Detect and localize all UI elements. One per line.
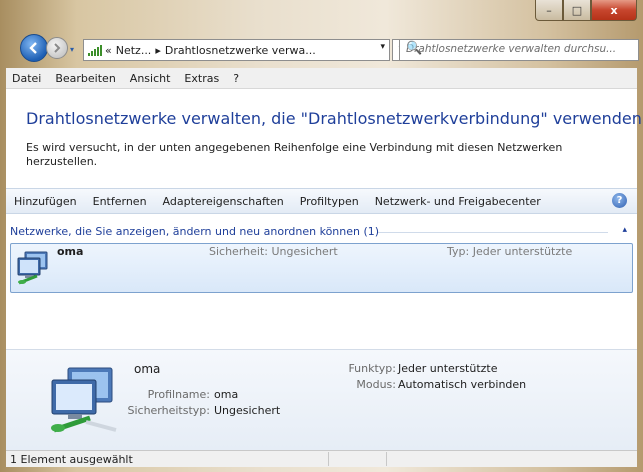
maximize-button[interactable]: □: [563, 0, 591, 21]
status-divider: [386, 452, 387, 466]
help-icon[interactable]: ?: [612, 193, 627, 208]
group-label: Netzwerke, die Sie anzeigen, ändern und …: [10, 225, 380, 238]
network-signal-icon: [88, 44, 102, 56]
network-name: oma: [57, 245, 84, 258]
menu-help[interactable]: ?: [227, 72, 247, 85]
menu-bar: Datei Bearbeiten Ansicht Extras ?: [6, 68, 637, 89]
network-sharing-center-button[interactable]: Netzwerk- und Freigabecenter: [367, 195, 549, 208]
search-input[interactable]: Drahtlosnetzwerke verwalten durchsu... 🔍: [399, 39, 639, 61]
status-text: 1 Element ausgewählt: [10, 452, 133, 466]
status-bar: 1 Element ausgewählt: [6, 450, 637, 467]
menu-tools[interactable]: Extras: [178, 72, 227, 85]
navigation-bar: ▾ « Netz... ▸ Drahtlosnetzwerke verwa...…: [0, 30, 643, 68]
page-title: Drahtlosnetzwerke verwalten, die "Drahtl…: [26, 109, 642, 128]
add-button[interactable]: Hinzufügen: [6, 195, 85, 208]
status-divider: [328, 452, 329, 466]
remove-button[interactable]: Entfernen: [85, 195, 155, 208]
security-type-label: Sicherheitstyp:: [127, 404, 210, 417]
forward-button[interactable]: [46, 37, 68, 59]
network-security: Sicherheit: Ungesichert: [209, 245, 338, 258]
profile-name-label: Profilname:: [147, 388, 210, 401]
profile-name-value: oma: [214, 388, 239, 401]
search-icon[interactable]: 🔍: [406, 41, 635, 56]
network-group-header[interactable]: Netzwerke, die Sie anzeigen, ändern und …: [6, 225, 637, 241]
collapse-chevron-icon[interactable]: ▴: [622, 225, 627, 235]
wireless-network-icon: [17, 251, 48, 285]
command-bar: Hinzufügen Entfernen Adaptereigenschafte…: [6, 188, 637, 214]
radio-type-label: Funktyp:: [348, 362, 396, 375]
adapter-properties-button[interactable]: Adaptereigenschaften: [155, 195, 292, 208]
security-type-value: Ungesichert: [214, 404, 281, 417]
breadcrumb-item[interactable]: Drahtlosnetzwerke verwa...: [165, 44, 316, 57]
menu-edit[interactable]: Bearbeiten: [49, 72, 123, 85]
menu-file[interactable]: Datei: [6, 72, 49, 85]
details-pane: oma Profilname: oma Sicherheitstyp: Unge…: [6, 349, 637, 450]
group-divider: [378, 232, 608, 233]
main-content: Drahtlosnetzwerke verwalten, die "Drahtl…: [6, 89, 642, 450]
recent-pages-dropdown[interactable]: ▾: [70, 45, 74, 54]
breadcrumb-separator[interactable]: ▸: [155, 44, 161, 57]
profile-types-button[interactable]: Profiltypen: [292, 195, 367, 208]
title-bar: – □ x: [0, 0, 643, 30]
network-type: Typ: Jeder unterstützte: [447, 245, 573, 258]
breadcrumb-prefix[interactable]: «: [105, 44, 112, 57]
page-description: Es wird versucht, in der unten angegeben…: [26, 141, 563, 168]
minimize-button[interactable]: –: [535, 0, 563, 21]
address-dropdown-button[interactable]: ▾: [380, 42, 385, 52]
radio-type-value: Jeder unterstützte: [398, 362, 498, 375]
breadcrumb-item[interactable]: Netz...: [116, 44, 152, 57]
caption-buttons: – □ x: [535, 0, 637, 21]
mode-label: Modus:: [356, 378, 396, 391]
detail-network-name: oma: [134, 362, 161, 376]
close-button[interactable]: x: [591, 0, 637, 21]
address-bar[interactable]: « Netz... ▸ Drahtlosnetzwerke verwa... ▾: [83, 39, 390, 61]
arrow-left-icon: [29, 42, 37, 54]
explorer-window: – □ x ▾ « Netz... ▸ Drahtlosnetzwerke ve…: [0, 0, 643, 472]
mode-value: Automatisch verbinden: [398, 378, 527, 391]
arrow-right-icon: [54, 43, 61, 53]
network-list-item[interactable]: oma Sicherheit: Ungesichert Typ: Jeder u…: [10, 243, 633, 293]
menu-view[interactable]: Ansicht: [124, 72, 179, 85]
back-button[interactable]: [20, 34, 48, 62]
